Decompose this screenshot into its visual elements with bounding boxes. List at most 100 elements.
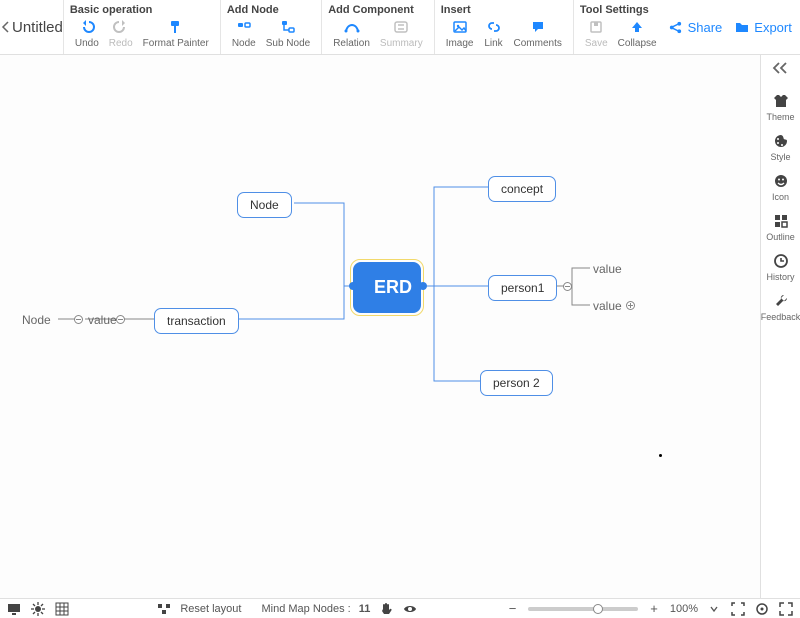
canvas[interactable]: ERD Node transaction value Node concept … [0,55,760,598]
ribbon-group-insert: Insert Image Link Comments [434,0,573,54]
group-title-insert: Insert [441,4,567,16]
center-icon[interactable] [754,601,770,617]
ribbon-group-add-component: Add Component Relation Summary [321,0,434,54]
save-label: Save [585,38,608,49]
side-style-label: Style [770,152,790,162]
export-button[interactable]: Export [734,19,792,35]
node-branch-node[interactable]: Node [237,192,292,218]
redo-button[interactable]: Redo [104,18,138,49]
collapse-button[interactable]: Collapse [613,18,662,49]
zoom-slider[interactable] [528,607,638,611]
link-button[interactable]: Link [479,18,509,49]
image-label: Image [446,38,474,49]
node-transaction-label: transaction [167,314,226,328]
root-node-label: ERD [374,277,412,297]
comments-icon [529,18,547,36]
reset-layout-icon [156,601,172,617]
format-painter-label: Format Painter [143,38,209,49]
comments-button[interactable]: Comments [509,18,567,49]
node-person2[interactable]: person 2 [480,370,553,396]
summary-button[interactable]: Summary [375,18,428,49]
side-outline-label: Outline [766,232,795,242]
share-button[interactable]: Share [668,19,723,35]
node-branch-label: Node [250,198,279,212]
redo-label: Redo [109,38,133,49]
export-icon [734,19,750,35]
status-grid-icon[interactable] [54,601,70,617]
side-feedback[interactable]: Feedback [761,288,800,326]
fit-screen-icon[interactable] [730,601,746,617]
side-history[interactable]: History [761,248,800,286]
status-sun-icon[interactable] [30,601,46,617]
node-concept-label: concept [501,182,543,196]
root-port-left[interactable] [349,282,357,290]
node-person1[interactable]: person1 [488,275,557,301]
side-history-label: History [766,272,794,282]
zoom-dropdown-icon[interactable] [706,601,722,617]
pan-hand-icon[interactable] [378,601,394,617]
group-title-add-node: Add Node [227,4,315,16]
panel-collapse-button[interactable] [772,61,790,80]
zoom-slider-thumb[interactable] [593,604,603,614]
node-person2-label: person 2 [493,376,540,390]
relation-label: Relation [333,38,370,49]
summary-icon [392,18,410,36]
side-icon[interactable]: Icon [761,168,800,206]
palette-icon [772,132,790,150]
redo-icon [112,18,130,36]
node-concept[interactable]: concept [488,176,556,202]
outline-icon [772,212,790,230]
side-outline[interactable]: Outline [761,208,800,246]
cursor-dot [659,454,662,457]
status-monitor-icon[interactable] [6,601,22,617]
format-painter-icon [167,18,185,36]
zoom-in-button[interactable]: + [646,601,662,616]
side-icon-label: Icon [772,192,789,202]
node-person1-label: person1 [501,281,544,295]
visibility-eye-icon[interactable] [402,601,418,617]
node-transaction[interactable]: transaction [154,308,239,334]
joint-value2-add[interactable] [626,301,635,310]
wrench-icon [772,292,790,310]
joint-person1-expand[interactable] [563,282,572,291]
format-painter-button[interactable]: Format Painter [138,18,214,49]
zoom-out-button[interactable]: − [505,601,521,616]
collapse-label: Collapse [618,38,657,49]
node-button[interactable]: Node [227,18,261,49]
side-style[interactable]: Style [761,128,800,166]
ribbon-group-tool-settings: Tool Settings Save Collapse [573,0,668,54]
nodes-count-label: Mind Map Nodes : [261,603,350,615]
relation-icon [343,18,361,36]
save-button[interactable]: Save [580,18,613,49]
group-title-add-component: Add Component [328,4,428,16]
leaf-node-label[interactable]: Node [22,313,51,327]
fullscreen-icon[interactable] [778,601,794,617]
side-feedback-label: Feedback [761,312,800,322]
side-theme[interactable]: Theme [761,88,800,126]
joint-value-collapse[interactable] [116,315,125,324]
node-label: Node [232,38,256,49]
leaf-value[interactable]: value [88,313,117,327]
sub-node-button[interactable]: Sub Node [261,18,315,49]
root-port-right[interactable] [419,282,427,290]
share-label: Share [688,20,723,35]
person1-value1[interactable]: value [593,262,622,276]
joint-node-collapse[interactable] [74,315,83,324]
reset-layout-button[interactable]: Reset layout [180,603,241,615]
collapse-icon [628,18,646,36]
person1-value2[interactable]: value [593,299,622,313]
shirt-icon [772,92,790,110]
sub-node-label: Sub Node [266,38,310,49]
nodes-count-value: 11 [359,603,371,615]
doc-title[interactable]: Untitled [12,19,63,36]
save-icon [587,18,605,36]
undo-button[interactable]: Undo [70,18,104,49]
root-node-erd[interactable]: ERD [353,262,421,313]
comments-label: Comments [514,38,562,49]
back-button[interactable] [0,0,12,54]
image-button[interactable]: Image [441,18,479,49]
zoom-percent: 100% [670,603,698,615]
relation-button[interactable]: Relation [328,18,375,49]
clock-icon [772,252,790,270]
undo-icon [78,18,96,36]
